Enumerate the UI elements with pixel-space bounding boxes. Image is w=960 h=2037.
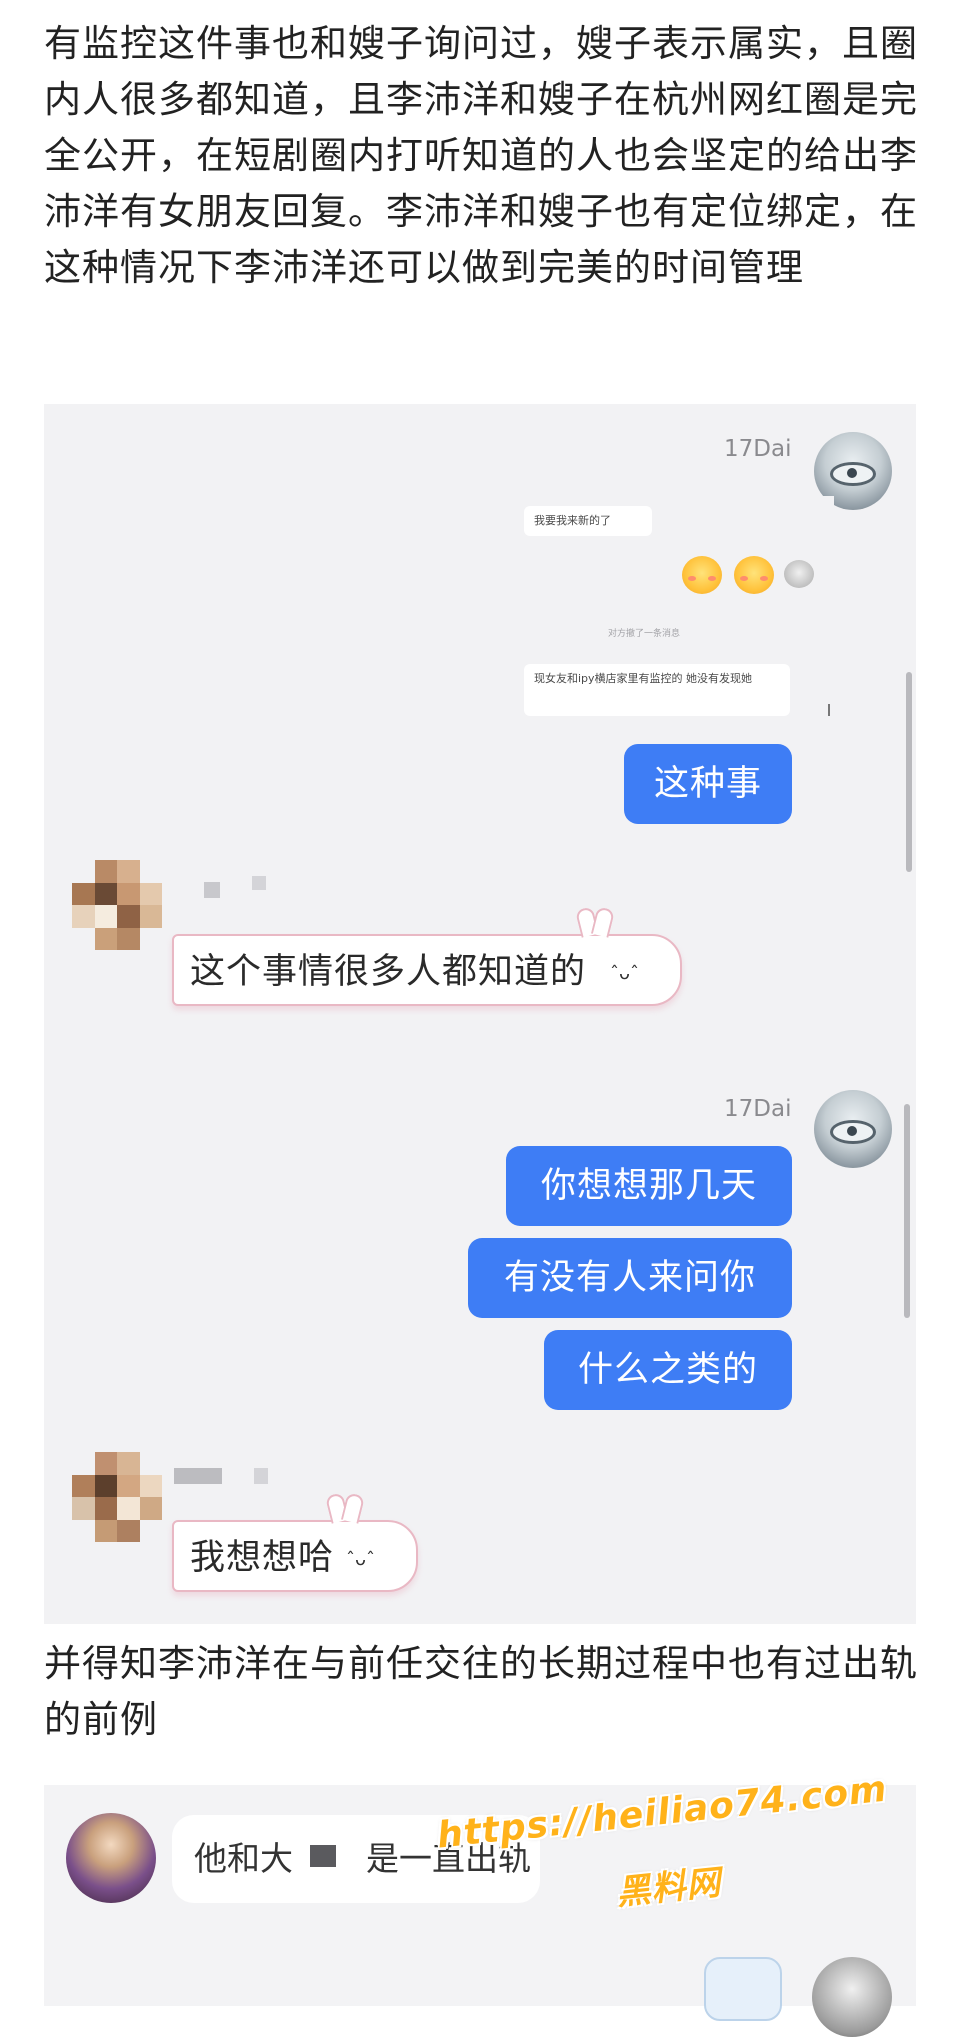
bunny-ears-icon [572,908,616,938]
blurred-avatar[interactable] [72,860,162,950]
blushing-emoji-icon [734,556,774,594]
system-notice: 对方撤了一条消息 [608,629,681,639]
bunny-face-icon: ˆᴗˆ [610,963,640,984]
avatar[interactable] [66,1813,156,1903]
sticker-icon [704,1957,782,2021]
redaction-block [310,1845,336,1867]
blurred-name [254,1468,268,1484]
sent-message[interactable]: 你想想那几天 [506,1146,792,1226]
eye-icon [830,462,876,486]
blurred-name [204,882,220,898]
sent-message[interactable]: 有没有人来问你 [468,1238,792,1318]
avatar[interactable] [814,1090,892,1168]
scrollbar[interactable] [906,672,912,872]
quoted-message: 现女友和ipy横店家里有监控的 她没有发现她 [524,664,790,716]
sender-name: 17Dai [724,1096,792,1122]
bunny-face-icon: ˆᴗˆ [346,1549,376,1570]
sent-message[interactable]: 什么之类的 [544,1330,792,1410]
bunny-ears-icon [322,1494,366,1524]
received-message[interactable]: 我想想哈 ˆᴗˆ [172,1520,418,1592]
received-message[interactable]: 这个事情很多人都知道的 ˆᴗˆ [172,934,682,1006]
quoted-message: 我要我来新的了 [524,506,652,536]
sender-name: 17Dai [724,436,792,462]
avatar[interactable] [812,1957,892,2037]
blurred-avatar[interactable] [72,1452,162,1542]
eye-icon [830,1120,876,1144]
blushing-emoji-icon [682,556,722,594]
quoted-screenshot: 我要我来新的了 对方撤了一条消息 现女友和ipy横店家里有监控的 她没有发现她 [524,496,834,726]
text-cursor [828,704,830,716]
article-paragraph-2: 并得知李沛洋在与前任交往的长期过程中也有过出轨的前例 [44,1642,918,1741]
article-paragraph-1: 有监控这件事也和嫂子询问过，嫂子表示属实，且圈内人很多都知道，且李沛洋和嫂子在杭… [44,22,918,289]
chat-screenshot-1: 17Dai 我要我来新的了 对方撤了一条消息 现女友和ipy横店家里有监控的 她… [44,404,916,1624]
blurred-name [252,876,266,890]
sent-message[interactable]: 这种事 [624,744,792,824]
scrollbar[interactable] [904,1104,910,1318]
blurred-name [174,1468,222,1484]
sticker-icon [784,560,814,588]
